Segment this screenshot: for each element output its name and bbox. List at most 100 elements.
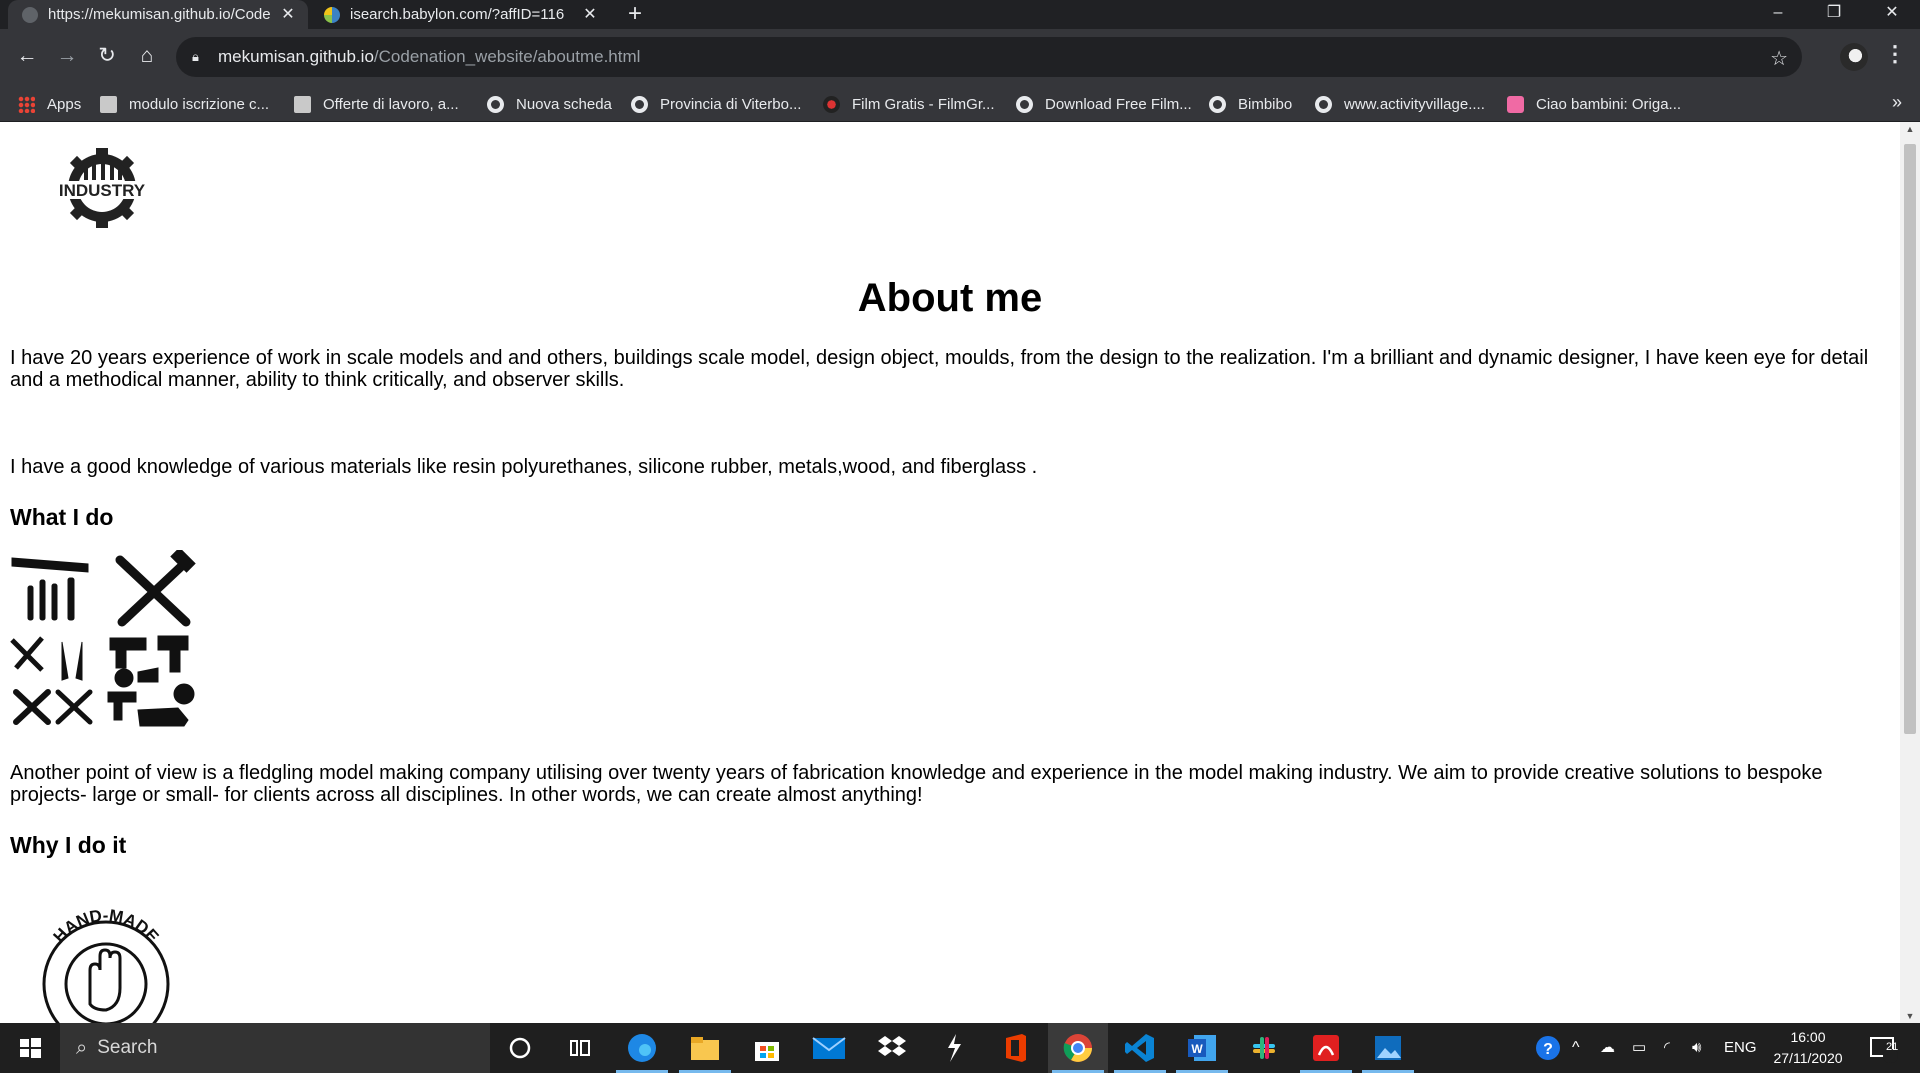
url-path: /Codenation_website/aboutme.html (373, 47, 641, 66)
more-bookmarks-button[interactable]: » (1892, 92, 1902, 113)
tab-active[interactable]: https://mekumisan.github.io/Codenation_w… (8, 0, 308, 29)
handmade-stamp-image: HAND-MADE HAND-MADE (42, 906, 170, 1023)
action-center-icon[interactable]: 21 (1868, 1023, 1912, 1073)
svg-text:W: W (1191, 1042, 1203, 1056)
bookmark-label: Film Gratis - FilmGr... (852, 95, 995, 113)
scroll-up-arrow-icon[interactable]: ▲ (1900, 124, 1920, 134)
clock-date: 27/11/2020 (1773, 1050, 1843, 1066)
battery-icon[interactable]: ▭ (1632, 1023, 1646, 1073)
what-i-do-heading: What I do (10, 504, 114, 530)
bookmark-label: Provincia di Viterbo... (660, 95, 802, 113)
bookmark-apps[interactable]: Apps (18, 86, 81, 122)
taskbar-search-box[interactable]: ⌕ Search (60, 1023, 490, 1073)
home-button[interactable]: ⌂ (132, 41, 162, 71)
lock-icon: 🔒︎ (192, 49, 199, 64)
bookmark-item[interactable]: www.activityvillage.... (1315, 86, 1485, 122)
tab-babylon[interactable]: isearch.babylon.com/?affID=116 ✕ (310, 0, 610, 29)
bookmark-item[interactable]: Provincia di Viterbo... (631, 86, 801, 122)
vscode-icon[interactable] (1110, 1023, 1170, 1073)
file-explorer-icon[interactable] (675, 1023, 735, 1073)
forward-button[interactable]: → (52, 41, 82, 71)
new-tab-button[interactable]: + (622, 2, 648, 28)
office-icon[interactable] (986, 1023, 1046, 1073)
help-icon[interactable]: ? (1534, 1023, 1562, 1073)
wifi-icon[interactable]: ◜ (1664, 1023, 1670, 1073)
svg-text:?: ? (1543, 1041, 1553, 1058)
film-icon (823, 95, 840, 113)
document-icon (294, 95, 311, 113)
close-window-button[interactable]: ✕ (1864, 0, 1920, 29)
edge-icon[interactable] (612, 1023, 672, 1073)
bookmark-star-icon[interactable]: ☆ (1770, 46, 1788, 71)
bookmark-item[interactable]: Offerte di lavoro, a... (294, 86, 459, 122)
word-icon[interactable]: W (1172, 1023, 1232, 1073)
close-tab-icon[interactable]: ✕ (580, 5, 600, 25)
address-bar[interactable]: 🔒︎ mekumisan.github.io/Codenation_websit… (176, 37, 1802, 77)
reload-button[interactable]: ↻ (92, 41, 122, 71)
bookmark-label: Nuova scheda (516, 95, 612, 113)
hand-icon (88, 948, 122, 1012)
bookmark-item[interactable]: Ciao bambini: Origa... (1507, 86, 1681, 122)
mail-icon[interactable] (799, 1023, 859, 1073)
close-tab-icon[interactable]: ✕ (278, 5, 298, 25)
bookmark-item[interactable]: modulo iscrizione c... (100, 86, 269, 122)
industry-logo: INDUSTRY (50, 148, 154, 228)
favicon-icon (22, 6, 38, 23)
url-host: mekumisan.github.io (218, 47, 374, 66)
web-page: INDUSTRY About me I have 20 years experi… (0, 122, 1900, 1023)
why-i-do-it-heading: Why I do it (10, 832, 127, 858)
photos-icon[interactable] (1358, 1023, 1418, 1073)
globe-icon (1209, 95, 1226, 113)
onedrive-icon[interactable]: ☁ (1600, 1023, 1615, 1073)
tab-title: https://mekumisan.github.io/Codenation_w… (48, 6, 270, 23)
slack-icon[interactable] (1234, 1023, 1294, 1073)
scrollbar-thumb[interactable] (1904, 144, 1916, 734)
intro-paragraph: I have 20 years experience of work in sc… (10, 347, 1869, 391)
profile-avatar[interactable] (1840, 43, 1868, 71)
page-scrollbar[interactable]: ▲ ▼ (1900, 122, 1920, 1023)
bookmarks-bar: Apps modulo iscrizione c... Offerte di l… (0, 86, 1920, 122)
bookmark-label: Offerte di lavoro, a... (323, 95, 459, 113)
chrome-menu-button[interactable]: ⋮ (1884, 41, 1906, 67)
acrobat-icon[interactable] (1296, 1023, 1356, 1073)
scroll-down-arrow-icon[interactable]: ▼ (1900, 1011, 1920, 1021)
back-button[interactable]: ← (12, 41, 42, 71)
svg-text:HAND-MADE: HAND-MADE (50, 906, 163, 947)
globe-icon (1315, 95, 1332, 113)
dropbox-icon[interactable] (862, 1023, 922, 1073)
bookmark-item[interactable]: Nuova scheda (487, 86, 612, 122)
document-icon (100, 95, 117, 113)
volume-icon[interactable]: 🔊︎ (1692, 1023, 1701, 1073)
start-button[interactable] (0, 1023, 60, 1073)
babylon-favicon-icon (324, 6, 340, 23)
windows-taskbar: ⌕ Search W ? ^ ☁ ▭ ◜ 🔊︎ ENG 16:00 27/11/… (0, 1023, 1920, 1073)
show-hidden-icons-chevron-icon[interactable]: ^ (1572, 1023, 1580, 1073)
apps-icon (18, 95, 35, 113)
store-icon[interactable] (737, 1023, 797, 1073)
clock-time: 16:00 (1790, 1029, 1826, 1045)
windows-logo-icon (20, 1038, 41, 1058)
logo-text: INDUSTRY (59, 181, 146, 200)
language-indicator[interactable]: ENG (1724, 1023, 1757, 1073)
chrome-icon[interactable] (1048, 1023, 1108, 1073)
app-icon[interactable] (924, 1023, 984, 1073)
bookmark-item[interactable]: Bimbibo (1209, 86, 1292, 122)
restore-button[interactable]: ❐ (1806, 0, 1862, 29)
bookmark-label: Ciao bambini: Origa... (1536, 95, 1682, 113)
minimize-button[interactable]: – (1750, 0, 1806, 29)
search-icon: ⌕ (76, 1036, 88, 1059)
cortana-icon[interactable] (490, 1023, 550, 1073)
tools-image (10, 550, 196, 727)
bookmark-label: modulo iscrizione c... (129, 95, 270, 113)
system-clock[interactable]: 16:00 27/11/2020 (1758, 1027, 1858, 1069)
notification-count: 21 (1886, 1041, 1899, 1053)
search-placeholder: Search (97, 1037, 158, 1058)
saw-icon (11, 557, 89, 573)
globe-icon (631, 95, 648, 113)
bookmark-label: Apps (47, 95, 82, 113)
point-of-view-paragraph: Another point of view is a fledgling mod… (10, 762, 1823, 806)
bookmark-label: www.activityvillage.... (1344, 95, 1485, 113)
bookmark-item[interactable]: Download Free Film... (1016, 86, 1192, 122)
bookmark-item[interactable]: Film Gratis - FilmGr... (823, 86, 995, 122)
task-view-icon[interactable] (550, 1023, 610, 1073)
